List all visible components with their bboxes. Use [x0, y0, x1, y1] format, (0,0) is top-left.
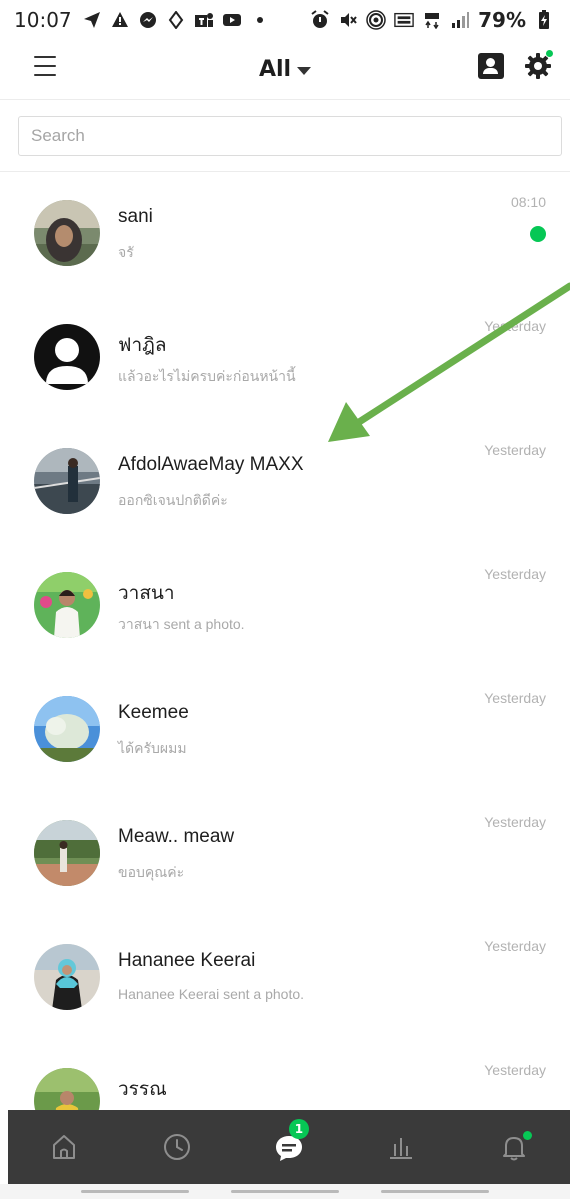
hotspot-icon: [366, 10, 386, 30]
gesture-pill: [81, 1190, 189, 1193]
chat-preview: Hananee Keerai sent a photo.: [118, 986, 305, 1002]
dot-icon: [250, 10, 270, 30]
chat-list: sani จรั 08:10 ฟาฎิล แล้วอะไรไม่ครบค่ะก่…: [0, 172, 570, 1110]
notification-dot: [545, 49, 554, 58]
chat-item-fadil[interactable]: ฟาฎิล แล้วอะไรไม่ครบค่ะก่อนหน้านี้ Yeste…: [0, 296, 570, 420]
status-left: 10:07: [14, 8, 270, 32]
home-icon: [53, 1135, 76, 1159]
chat-item-hananee-keerai[interactable]: Hananee Keerai Hananee Keerai sent a pho…: [0, 916, 570, 1040]
chat-time: Yesterday: [484, 814, 546, 830]
nav-timeline[interactable]: [147, 1117, 207, 1177]
chat-item-wan[interactable]: วรรณ Yesterday: [0, 1040, 570, 1110]
contacts-icon[interactable]: [478, 53, 504, 79]
chat-item-keemee[interactable]: Keemee ได้ครับผมม Yesterday: [0, 668, 570, 792]
chat-name: วาสนา: [118, 583, 175, 604]
caret-down-icon: [297, 66, 312, 75]
avatar: [34, 696, 100, 762]
gesture-pill: [381, 1190, 489, 1193]
unread-indicator: [530, 226, 546, 242]
nav-home[interactable]: [34, 1117, 94, 1177]
warning-icon: [110, 10, 130, 30]
chat-preview: ออกซิเจนปกติดีค่ะ: [118, 492, 228, 508]
4g-icon: [422, 10, 442, 30]
chat-name: ฟาฎิล: [118, 335, 167, 356]
status-time: 10:07: [14, 8, 72, 32]
avatar: [34, 944, 100, 1010]
chat-name: Keemee: [118, 702, 189, 723]
nav-today[interactable]: [371, 1117, 431, 1177]
header-actions: [478, 49, 554, 80]
notification-dot: [522, 1131, 532, 1140]
chat-time: Yesterday: [484, 442, 546, 458]
status-bar: 10:07 79%: [0, 0, 570, 40]
search-input[interactable]: [18, 116, 562, 156]
chat-time: Yesterday: [484, 690, 546, 706]
alarm-icon: [310, 10, 330, 30]
chart-icon: [390, 1138, 413, 1159]
chat-name: Meaw.. meaw: [118, 826, 235, 847]
avatar: [34, 200, 100, 266]
gesture-pill: [231, 1190, 339, 1193]
clock-icon: [163, 1134, 190, 1160]
chat-item-sani[interactable]: sani จรั 08:10: [0, 172, 570, 296]
teams-icon: [194, 10, 214, 30]
menu-button[interactable]: [34, 56, 56, 76]
chat-filter-dropdown[interactable]: All: [258, 57, 312, 82]
gesture-bar: [0, 1184, 570, 1199]
chat-item-wasana[interactable]: วาสนา วาสนา sent a photo. Yesterday: [0, 544, 570, 668]
chat-preview: วาสนา sent a photo.: [118, 616, 245, 632]
messenger-icon: [138, 10, 158, 30]
avatar: [34, 1068, 100, 1110]
avatar: [34, 324, 100, 390]
chat-name: sani: [118, 206, 153, 227]
avatar: [34, 448, 100, 514]
chat-preview: แล้วอะไรไม่ครบค่ะก่อนหน้านี้: [118, 368, 296, 384]
status-right: 79%: [310, 8, 554, 32]
nav-chats[interactable]: 1: [259, 1117, 319, 1177]
filter-label: All: [258, 57, 292, 82]
app-header: All: [0, 40, 570, 100]
chat-time: Yesterday: [484, 1062, 546, 1078]
chat-time: 08:10: [510, 194, 546, 210]
hamburger-icon: [34, 74, 56, 76]
mute-icon: [338, 10, 358, 30]
hamburger-icon: [34, 65, 56, 67]
send-icon: [82, 10, 102, 30]
chat-name: วรรณ: [118, 1079, 167, 1100]
gear-icon[interactable]: [524, 49, 554, 80]
youtube-icon: [222, 10, 242, 30]
chat-item-afdolawaemay[interactable]: AfdolAwaeMay MAXX ออกซิเจนปกติดีค่ะ Yest…: [0, 420, 570, 544]
signal-icon: [450, 10, 470, 30]
avatar: [34, 820, 100, 886]
battery-percent: 79%: [478, 8, 526, 32]
hamburger-icon: [34, 56, 56, 58]
chat-item-meaw-meaw[interactable]: Meaw.. meaw ขอบคุณค่ะ Yesterday: [0, 792, 570, 916]
volte-icon: [394, 10, 414, 30]
search-bar: [0, 100, 570, 172]
chat-time: Yesterday: [484, 318, 546, 334]
avatar: [34, 572, 100, 638]
chat-name: AfdolAwaeMay MAXX: [118, 454, 304, 475]
chat-time: Yesterday: [484, 566, 546, 582]
bottom-nav: 1: [8, 1110, 570, 1184]
unread-count-badge: 1: [288, 1119, 309, 1139]
nav-notifications[interactable]: [484, 1117, 544, 1177]
location-icon: [166, 10, 186, 30]
chat-name: Hananee Keerai: [118, 950, 256, 971]
chat-preview: ได้ครับผมม: [118, 740, 187, 756]
chat-preview: จรั: [118, 244, 134, 260]
chat-time: Yesterday: [484, 938, 546, 954]
chat-preview: ขอบคุณค่ะ: [118, 864, 185, 880]
battery-icon: [534, 10, 554, 30]
